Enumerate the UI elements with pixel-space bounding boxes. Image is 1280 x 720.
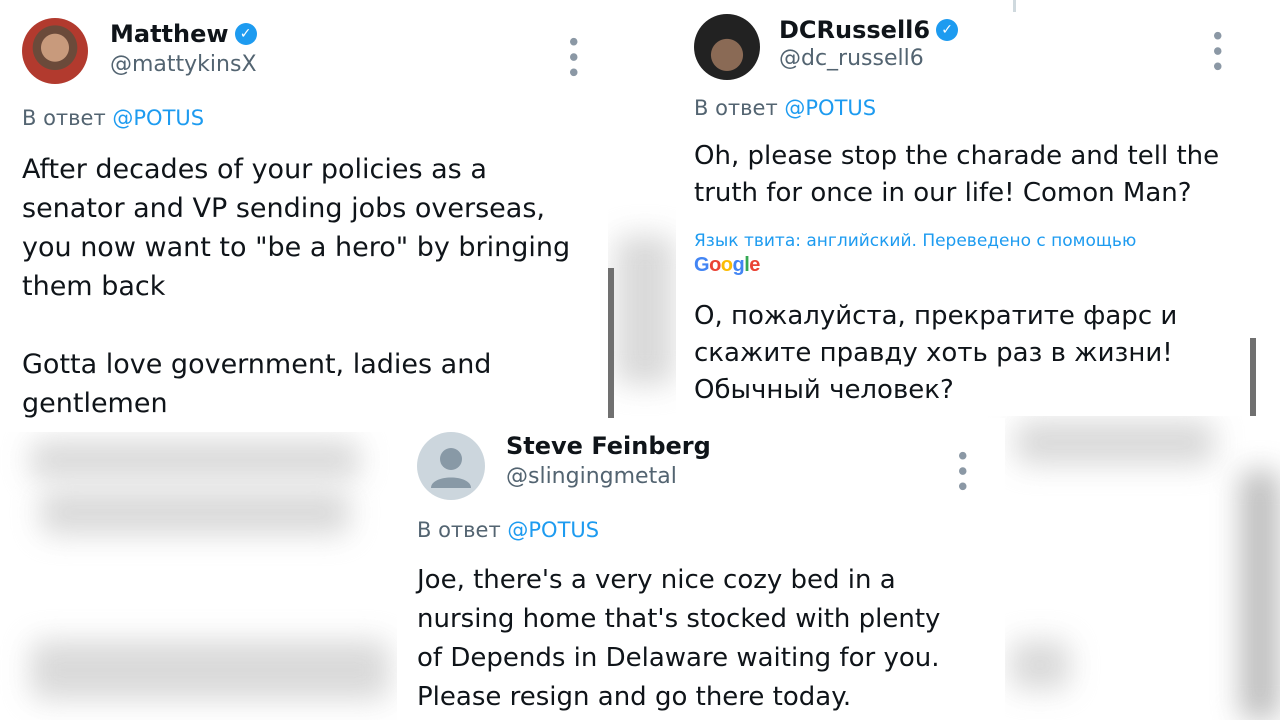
tweet-text: Oh, please stop the charade and tell the…: [694, 141, 1220, 208]
tweet-card-steve-feinberg[interactable]: Steve Feinberg @slingingmetal ••• В отве…: [397, 418, 1005, 720]
author-handle[interactable]: @dc_russell6: [779, 46, 924, 71]
verified-badge-icon: ✓: [234, 23, 257, 45]
reply-context: В ответ @POTUS: [694, 96, 877, 120]
author-handle[interactable]: @mattykinsX: [110, 52, 257, 77]
default-avatar[interactable]: [417, 432, 485, 500]
author-name[interactable]: Steve Feinberg: [506, 432, 711, 460]
author-name[interactable]: Matthew ✓: [110, 20, 257, 48]
tweet-text: Joe, there's a very nice cozy bed in a n…: [417, 565, 941, 712]
more-options-icon[interactable]: •••: [557, 34, 587, 80]
blurred-background: [40, 490, 350, 535]
blurred-background: [30, 640, 390, 700]
translated-text: О, пожалуйста, прекратите фарс и скажите…: [694, 301, 1178, 405]
tweet-text: After decades of your policies as a sena…: [22, 154, 571, 419]
blurred-background: [1240, 470, 1280, 720]
translation-note[interactable]: Язык твита: английский. Переведено с пом…: [694, 231, 1136, 251]
reply-context: В ответ @POTUS: [417, 518, 600, 542]
default-user-icon: [431, 448, 471, 488]
tweet-card-matthew[interactable]: Matthew ✓ @mattykinsX ••• В ответ @POTUS…: [0, 0, 608, 432]
google-logo: Google: [694, 254, 760, 276]
reply-context: В ответ @POTUS: [22, 106, 205, 130]
blurred-background: [1015, 420, 1215, 465]
avatar[interactable]: [694, 14, 760, 80]
reply-mention-link[interactable]: @POTUS: [507, 518, 599, 542]
reply-mention-link[interactable]: @POTUS: [784, 96, 876, 120]
author-name[interactable]: DCRussell6 ✓: [779, 16, 959, 44]
more-options-icon[interactable]: •••: [946, 448, 976, 494]
more-options-icon[interactable]: •••: [1201, 28, 1231, 74]
blurred-background: [1010, 640, 1070, 690]
tweet-card-dcrussell6[interactable]: DCRussell6 ✓ @dc_russell6 ••• В ответ @P…: [676, 0, 1248, 416]
reply-mention-link[interactable]: @POTUS: [112, 106, 204, 130]
avatar[interactable]: [22, 18, 88, 84]
author-handle[interactable]: @slingingmetal: [506, 464, 677, 489]
divider-bar: [1250, 338, 1256, 416]
divider-bar: [608, 268, 614, 418]
blurred-background: [30, 440, 360, 480]
verified-badge-icon: ✓: [936, 19, 959, 41]
blurred-background: [615, 235, 675, 385]
thread-line: [1013, 0, 1016, 12]
